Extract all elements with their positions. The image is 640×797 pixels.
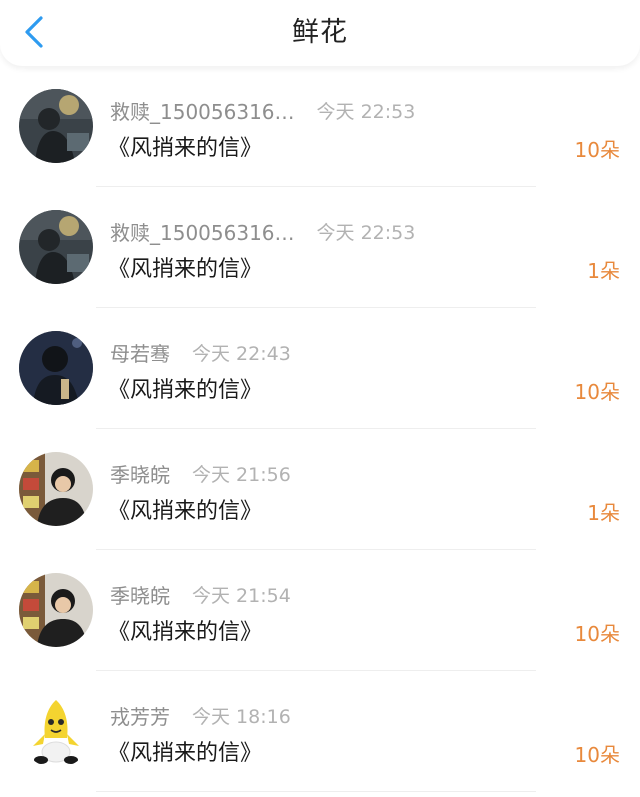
flower-count: 1朵: [587, 501, 620, 525]
sender-name[interactable]: 救赎_150056316…: [110, 217, 295, 246]
flower-count: 10朵: [574, 622, 620, 646]
top-bar: 鲜花: [0, 0, 640, 66]
person-portrait-avatar-icon: [19, 573, 93, 647]
gift-row[interactable]: 季晓皖 今天 21:54 《风捎来的信》 10朵: [0, 550, 640, 671]
page-title: 鲜花: [292, 17, 348, 48]
gift-row[interactable]: 救赎_150056316… 今天 22:53 《风捎来的信》 10朵: [0, 66, 640, 187]
avatar[interactable]: [19, 573, 93, 647]
row-meta: 季晓皖 今天 21:56: [110, 459, 291, 487]
gift-row[interactable]: 季晓皖 今天 21:56 《风捎来的信》 1朵: [0, 429, 640, 550]
sender-name[interactable]: 季晓皖: [110, 459, 170, 488]
gift-row[interactable]: 母若骞 今天 22:43 《风捎来的信》 10朵: [0, 308, 640, 429]
avatar[interactable]: [19, 210, 93, 284]
dark-photo-avatar-icon: [19, 210, 93, 284]
dark-photo-avatar-icon: [19, 89, 93, 163]
timestamp: 今天 21:56: [192, 463, 291, 486]
timestamp: 今天 18:16: [192, 705, 291, 728]
gift-list: 救赎_150056316… 今天 22:53 《风捎来的信》 10朵 救赎_15…: [0, 66, 640, 792]
book-title[interactable]: 《风捎来的信》: [108, 130, 262, 162]
flower-count: 1朵: [587, 259, 620, 283]
timestamp: 今天 22:53: [316, 100, 416, 123]
timestamp: 今天 22:53: [316, 221, 416, 244]
flower-count: 10朵: [574, 743, 620, 767]
row-meta: 母若骞 今天 22:43: [110, 338, 291, 366]
banana-character-avatar-icon: [19, 694, 93, 768]
book-title[interactable]: 《风捎来的信》: [108, 372, 262, 404]
sender-name[interactable]: 母若骞: [110, 338, 170, 367]
avatar[interactable]: [19, 89, 93, 163]
sender-name[interactable]: 季晓皖: [110, 580, 170, 609]
timestamp: 今天 22:43: [192, 342, 291, 365]
sender-name[interactable]: 戎芳芳: [110, 701, 170, 730]
person-portrait-avatar-icon: [19, 452, 93, 526]
book-title[interactable]: 《风捎来的信》: [108, 614, 262, 646]
book-title[interactable]: 《风捎来的信》: [108, 735, 262, 767]
sender-name[interactable]: 救赎_150056316…: [110, 96, 295, 125]
flower-count: 10朵: [574, 138, 620, 162]
avatar[interactable]: [19, 694, 93, 768]
avatar[interactable]: [19, 331, 93, 405]
gift-row[interactable]: 戎芳芳 今天 18:16 《风捎来的信》 10朵: [0, 671, 640, 792]
flowers-page: 鲜花 救赎_150056316… 今天 22:53 《风捎来的信》 10朵 救赎…: [0, 0, 640, 797]
flower-count: 10朵: [574, 380, 620, 404]
row-meta: 戎芳芳 今天 18:16: [110, 701, 291, 729]
book-title[interactable]: 《风捎来的信》: [108, 493, 262, 525]
divider: [96, 791, 536, 792]
book-title[interactable]: 《风捎来的信》: [108, 251, 262, 283]
night-portrait-avatar-icon: [19, 331, 93, 405]
avatar[interactable]: [19, 452, 93, 526]
row-meta: 救赎_150056316… 今天 22:53: [110, 217, 415, 245]
row-meta: 季晓皖 今天 21:54: [110, 580, 291, 608]
row-meta: 救赎_150056316… 今天 22:53: [110, 96, 415, 124]
gift-row[interactable]: 救赎_150056316… 今天 22:53 《风捎来的信》 1朵: [0, 187, 640, 308]
timestamp: 今天 21:54: [192, 584, 291, 607]
